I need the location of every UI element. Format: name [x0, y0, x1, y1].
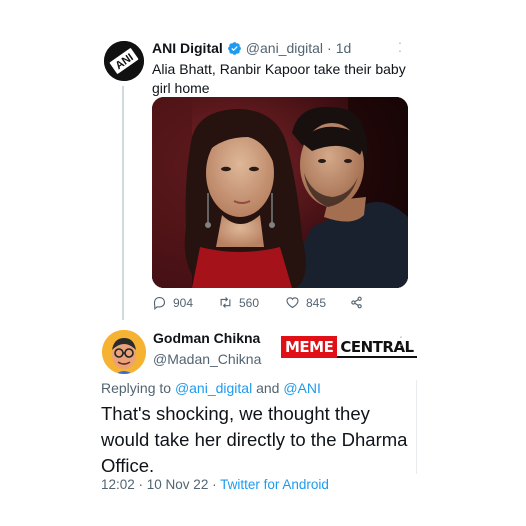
- tweet-photo[interactable]: [152, 97, 408, 288]
- reply-text: That's shocking, we thought they would t…: [101, 403, 408, 476]
- mention-ani[interactable]: @ANI: [283, 380, 321, 396]
- retweet-action[interactable]: 560: [218, 295, 259, 310]
- verified-badge-icon: [227, 41, 242, 56]
- couple-photo-image: [152, 97, 408, 288]
- cartoon-face-avatar-icon: [102, 330, 146, 374]
- ani-avatar[interactable]: ANI: [104, 41, 144, 81]
- replying-and: and: [256, 380, 280, 396]
- separator-dot: ·: [327, 40, 332, 56]
- replying-to-line: Replying to @ani_digital and @ANI: [101, 380, 321, 396]
- heart-icon: [286, 297, 299, 309]
- reply-meta: 12:02 · 10 Nov 22 · Twitter for Android: [101, 477, 329, 492]
- share-action[interactable]: [349, 295, 370, 310]
- like-count: 845: [306, 295, 327, 310]
- tweet-text: Alia Bhatt, Ranbir Kapoor take their bab…: [152, 61, 406, 96]
- ani-logo-icon: ANI: [104, 41, 144, 81]
- reply-author-name[interactable]: Godman Chikna: [153, 330, 260, 346]
- watermark-part-1: MEME: [281, 336, 338, 358]
- retweet-icon: [220, 297, 231, 308]
- share-icon: [351, 296, 362, 309]
- more-vertical-icon[interactable]: · ·: [397, 35, 403, 57]
- godman-avatar[interactable]: [102, 330, 146, 374]
- reply-action[interactable]: 904: [152, 295, 193, 310]
- reply-source[interactable]: Twitter for Android: [220, 477, 329, 492]
- thread-connector-line: [122, 86, 124, 320]
- tweet-timestamp[interactable]: 1d: [336, 40, 352, 56]
- divider: [416, 380, 417, 474]
- like-action[interactable]: 845: [285, 295, 326, 310]
- reply-count: 904: [173, 295, 194, 310]
- tweet-author-name[interactable]: ANI Digital: [152, 40, 223, 56]
- reply-icon: [153, 296, 166, 310]
- replying-prefix: Replying to: [101, 380, 172, 396]
- mention-ani-digital[interactable]: @ani_digital: [175, 380, 252, 396]
- watermark-part-2: CENTRAL: [337, 336, 417, 358]
- tweet-author-handle[interactable]: @ani_digital: [246, 40, 323, 56]
- meme-central-watermark: MEME CENTRAL: [281, 336, 417, 358]
- reply-timestamp[interactable]: 12:02 · 10 Nov 22 ·: [101, 477, 217, 492]
- reply-author-handle[interactable]: @Madan_Chikna: [153, 351, 261, 367]
- retweet-count: 560: [239, 295, 260, 310]
- more-vertical-icon[interactable]: · ·: [398, 329, 404, 351]
- tweet-header: ANI Digital @ani_digital · 1d: [152, 38, 351, 58]
